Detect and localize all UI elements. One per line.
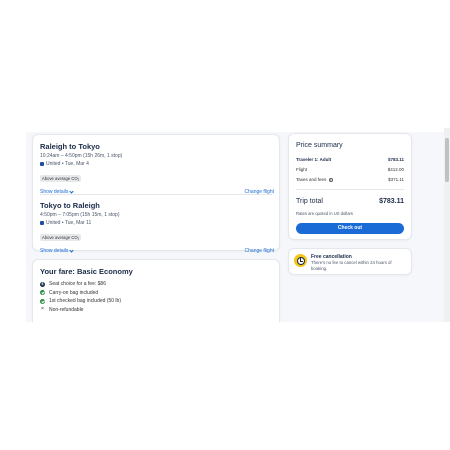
show-details-label: Show details xyxy=(40,248,69,254)
leg-route-title: Raleigh to Tokyo xyxy=(40,142,100,151)
traveler-amount: $783.11 xyxy=(387,157,404,162)
price-summary-title: Price summary xyxy=(296,142,343,149)
top-strip xyxy=(26,128,450,132)
emissions-badge: Above average CO₂ xyxy=(40,234,82,241)
taxes-label-wrap: Taxes and fees i xyxy=(296,177,333,182)
flight-price-row: Flight $412.00 xyxy=(296,167,404,172)
show-details-link[interactable]: Show details xyxy=(40,248,74,254)
leg-actions: Show details Change flight xyxy=(40,248,274,254)
page-viewport: Raleigh to Tokyo 10:24am – 4:50pm (15h 2… xyxy=(26,128,450,322)
flight-price-label: Flight xyxy=(296,167,308,172)
change-flight-link[interactable]: Change flight xyxy=(245,248,274,254)
check-icon xyxy=(40,298,45,304)
x-icon: × xyxy=(40,306,45,313)
trip-total-amount: $783.11 xyxy=(379,198,404,205)
airline-logo-icon xyxy=(40,162,44,166)
fare-feature-text: 1st checked bag included (50 lb) xyxy=(49,298,121,305)
fare-feature-item: 1st checked bag included (50 lb) xyxy=(40,297,121,306)
leg-airline-date: United • Tue, Mar 4 xyxy=(46,161,89,167)
free-cancellation-text: There's no fee to cancel within 24 hours… xyxy=(311,260,392,271)
fare-features-list: $ Seat choice for a fee: $86 Carry-on ba… xyxy=(40,280,121,314)
leg-divider xyxy=(40,194,272,195)
fare-feature-text: Non-refundable xyxy=(49,306,84,313)
flight-leg-return: Tokyo to Raleigh 4:50pm – 7:05pm (15h 15… xyxy=(40,201,274,254)
traveler-label: Traveler 1: Adult xyxy=(296,157,332,162)
taxes-row: Taxes and fees i $371.11 xyxy=(296,177,404,182)
checkout-button[interactable]: Check out xyxy=(296,223,404,234)
trip-total-row: Trip total $783.11 xyxy=(296,198,404,205)
taxes-label: Taxes and fees xyxy=(296,177,327,182)
leg-route-title: Tokyo to Raleigh xyxy=(40,201,100,210)
clock-icon xyxy=(294,254,307,267)
leg-airline-date: United • Tue, Mar 11 xyxy=(46,220,92,226)
fare-card: Your fare: Basic Economy $ Seat choice f… xyxy=(32,259,280,322)
chevron-down-icon xyxy=(69,248,74,253)
fare-title: Your fare: Basic Economy xyxy=(40,267,133,276)
scrollbar-thumb[interactable] xyxy=(445,138,449,182)
scrollbar[interactable] xyxy=(444,128,450,322)
fare-feature-text: Seat choice for a fee: $86 xyxy=(49,281,106,288)
taxes-amount: $371.11 xyxy=(388,177,404,182)
leg-time: 10:24am – 4:50pm (15h 26m, 1 stop) xyxy=(40,153,123,159)
airline-logo-icon xyxy=(40,221,44,225)
info-icon[interactable]: i xyxy=(328,177,333,182)
fare-feature-item: $ Seat choice for a fee: $86 xyxy=(40,280,121,289)
leg-time: 4:50pm – 7:05pm (15h 15m, 1 stop) xyxy=(40,212,120,218)
trip-total-label: Trip total xyxy=(296,198,323,205)
free-cancellation-card: Free cancellation There's no fee to canc… xyxy=(288,248,412,275)
check-icon xyxy=(40,290,45,296)
chevron-down-icon xyxy=(69,189,74,194)
flight-leg-outbound: Raleigh to Tokyo 10:24am – 4:50pm (15h 2… xyxy=(40,142,274,195)
price-summary-card: Price summary Traveler 1: Adult $783.11 … xyxy=(288,133,412,240)
leg-airline: United • Tue, Mar 11 xyxy=(40,220,274,226)
traveler-row: Traveler 1: Adult $783.11 xyxy=(296,157,404,162)
flight-price-amount: $412.00 xyxy=(387,167,404,172)
fare-feature-item: × Non-refundable xyxy=(40,306,121,315)
fare-feature-item: Carry-on bag included xyxy=(40,289,121,298)
emissions-badge: Above average CO₂ xyxy=(40,175,82,182)
leg-airline: United • Tue, Mar 4 xyxy=(40,161,274,167)
price-divider xyxy=(296,189,404,190)
rates-note: Rates are quoted in US dollars xyxy=(296,211,354,216)
fare-feature-text: Carry-on bag included xyxy=(49,289,99,296)
flights-card: Raleigh to Tokyo 10:24am – 4:50pm (15h 2… xyxy=(32,134,280,254)
dollar-icon: $ xyxy=(40,281,45,287)
